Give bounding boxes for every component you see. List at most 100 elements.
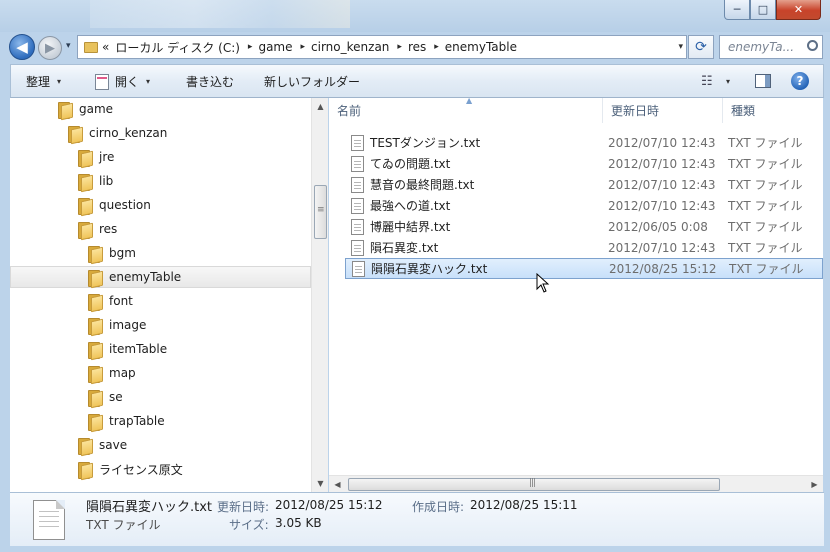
file-name: 慧音の最終問題.txt <box>370 178 475 192</box>
burn-button[interactable]: 書き込む <box>186 73 234 90</box>
breadcrumb-separator-icon[interactable]: ▸ <box>301 42 306 52</box>
tree-item-label: enemyTable <box>109 270 182 284</box>
file-row[interactable]: 隕石異変.txt 2012/07/10 12:43 TXT ファイル <box>345 237 823 258</box>
file-row[interactable]: てゐの問題.txt 2012/07/10 12:43 TXT ファイル <box>345 153 823 174</box>
open-label: 開く <box>115 75 140 89</box>
scrollbar-thumb[interactable] <box>348 478 720 491</box>
open-button[interactable]: 開く ▾ <box>95 73 150 90</box>
folder-icon <box>88 293 101 311</box>
organize-button[interactable]: 整理 ▾ <box>26 73 61 90</box>
organize-label: 整理 <box>26 75 51 89</box>
text-file-icon <box>352 260 365 277</box>
file-type: TXT ファイル <box>728 220 803 234</box>
tree-item-bgm[interactable]: bgm <box>10 242 311 264</box>
breadcrumb-separator-icon[interactable]: ▸ <box>434 42 439 52</box>
file-type: TXT ファイル <box>728 157 803 171</box>
file-name: てゐの問題.txt <box>370 157 451 171</box>
tree-item-label: font <box>109 294 133 308</box>
file-name: 隕隕石異変ハック.txt <box>371 262 488 276</box>
file-list-scrollbar[interactable]: ◀ ▶ <box>329 475 823 492</box>
details-modified-label: 更新日時: <box>217 500 270 514</box>
breadcrumb-local-disk[interactable]: ローカル ディスク (C:) <box>115 39 240 56</box>
column-date-label: 更新日時 <box>611 104 660 118</box>
scroll-down-icon[interactable]: ▼ <box>312 475 329 492</box>
breadcrumb-cirno-kenzan[interactable]: cirno_kenzan <box>311 40 389 54</box>
breadcrumb-overflow[interactable]: « <box>102 40 109 54</box>
breadcrumb-res[interactable]: res <box>408 40 426 54</box>
search-input[interactable]: enemyTa... <box>719 35 823 59</box>
file-row[interactable]: 博麗中結界.txt 2012/06/05 0:08 TXT ファイル <box>345 216 823 237</box>
tree-item-license[interactable]: ライセンス原文 <box>10 458 311 480</box>
tree-item-image[interactable]: image <box>10 314 311 336</box>
title-background <box>90 0 350 28</box>
file-list: ▲ 名前 更新日時 種類 TESTダンジョン.txt 2012/07/10 12… <box>329 98 823 492</box>
breadcrumb-game[interactable]: game <box>258 40 292 54</box>
tree-item-label: lib <box>99 174 114 188</box>
view-options-chevron-icon[interactable]: ▾ <box>726 77 730 86</box>
tree-item-label: jre <box>99 150 115 164</box>
file-row-selected[interactable]: 隕隕石異変ハック.txt 2012/08/25 15:12 TXT ファイル <box>345 258 823 279</box>
tree-item-enemytable[interactable]: enemyTable <box>10 266 311 288</box>
tree-item-lib[interactable]: lib <box>10 170 311 192</box>
tree-item-label: question <box>99 198 151 212</box>
tree-item-save[interactable]: save <box>10 434 311 456</box>
details-size-label: サイズ: <box>229 518 269 532</box>
new-folder-button[interactable]: 新しいフォルダー <box>264 73 360 90</box>
text-file-icon <box>351 176 364 193</box>
tree-item-cirno-kenzan[interactable]: cirno_kenzan <box>10 122 311 144</box>
details-file-type: TXT ファイル <box>86 518 161 532</box>
change-view-icon[interactable]: ☷ <box>701 74 713 89</box>
breadcrumb-separator-icon[interactable]: ▸ <box>248 42 253 52</box>
column-header-type[interactable]: 種類 <box>723 98 823 123</box>
recent-pages-dropdown[interactable]: ▾ <box>66 41 71 51</box>
tree-item-se[interactable]: se <box>10 386 311 408</box>
address-bar[interactable]: « ローカル ディスク (C:) ▸ game ▸ cirno_kenzan ▸… <box>77 35 687 59</box>
column-header-name[interactable]: ▲ 名前 <box>329 98 603 123</box>
maximize-button[interactable]: □ <box>750 0 776 20</box>
folder-icon <box>88 389 101 407</box>
column-name-label: 名前 <box>337 104 362 118</box>
tree-item-question[interactable]: question <box>10 194 311 216</box>
file-type: TXT ファイル <box>729 262 804 276</box>
navigation-pane-scrollbar[interactable]: ▲ ▼ <box>311 98 328 492</box>
tree-item-res[interactable]: res <box>10 218 311 240</box>
scroll-up-icon[interactable]: ▲ <box>312 98 329 115</box>
scrollbar-thumb[interactable] <box>314 185 327 239</box>
preview-pane-icon[interactable] <box>755 74 771 88</box>
tree-item-itemtable[interactable]: itemTable <box>10 338 311 360</box>
navigation-bar: ◀ ▶ ▾ « ローカル ディスク (C:) ▸ game ▸ cirno_ke… <box>0 32 830 60</box>
tree-item-font[interactable]: font <box>10 290 311 312</box>
tree-item-traptable[interactable]: trapTable <box>10 410 311 432</box>
close-button[interactable]: ✕ <box>776 0 821 20</box>
breadcrumb-separator-icon[interactable]: ▸ <box>397 42 402 52</box>
details-created-label: 作成日時: <box>412 500 465 514</box>
file-row[interactable]: TESTダンジョン.txt 2012/07/10 12:43 TXT ファイル <box>345 132 823 153</box>
folder-icon <box>88 245 101 263</box>
help-icon[interactable]: ? <box>791 72 809 90</box>
file-date: 2012/07/10 12:43 <box>608 240 716 255</box>
forward-button[interactable]: ▶ <box>38 36 62 60</box>
text-file-icon <box>351 155 364 172</box>
minimize-button[interactable]: ─ <box>724 0 750 20</box>
file-row[interactable]: 最強への道.txt 2012/07/10 12:43 TXT ファイル <box>345 195 823 216</box>
folder-icon <box>88 413 101 431</box>
tree-item-label: bgm <box>109 246 136 260</box>
back-button[interactable]: ◀ <box>9 34 35 60</box>
folder-icon <box>78 173 91 191</box>
tree-item-map[interactable]: map <box>10 362 311 384</box>
address-dropdown-icon[interactable]: ▾ <box>678 42 683 52</box>
file-row[interactable]: 慧音の最終問題.txt 2012/07/10 12:43 TXT ファイル <box>345 174 823 195</box>
column-header-date[interactable]: 更新日時 <box>603 98 723 123</box>
scroll-right-icon[interactable]: ▶ <box>806 476 823 493</box>
breadcrumb-enemytable[interactable]: enemyTable <box>445 40 517 54</box>
tree-item-label: se <box>109 390 123 404</box>
file-date: 2012/08/25 15:12 <box>609 261 717 276</box>
tree-item-game[interactable]: game <box>10 98 311 120</box>
refresh-button[interactable]: ⟳ <box>688 35 714 59</box>
folder-icon <box>78 197 91 215</box>
tree-item-label: image <box>109 318 147 332</box>
tree-item-label: trapTable <box>109 414 165 428</box>
tree-item-jre[interactable]: jre <box>10 146 311 168</box>
search-icon[interactable] <box>807 40 818 51</box>
scroll-left-icon[interactable]: ◀ <box>329 476 346 493</box>
